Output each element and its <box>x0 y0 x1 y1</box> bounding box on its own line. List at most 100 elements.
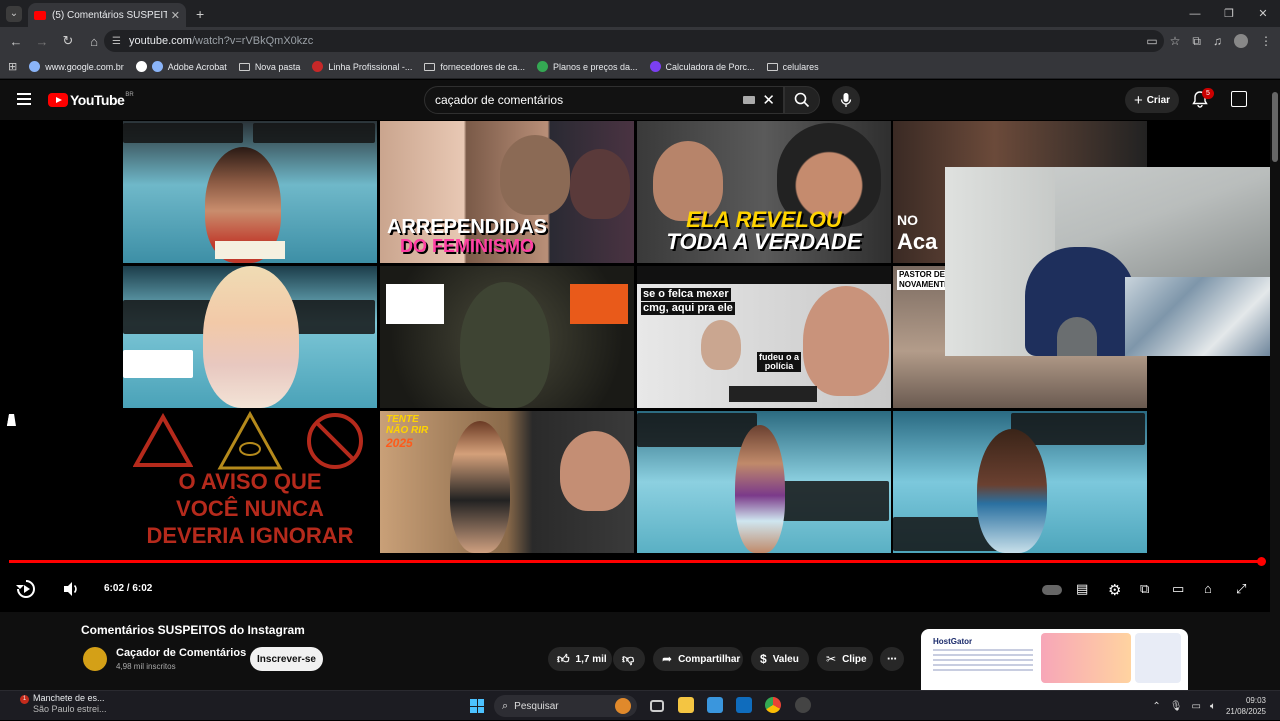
tray-mic-icon[interactable]: 🎙︎ <box>1170 701 1183 712</box>
more-menu-icon[interactable]: ⋮ <box>1260 34 1272 48</box>
bookmark-google-g[interactable] <box>135 61 152 72</box>
youtube-logo[interactable]: YouTube BR <box>48 92 134 108</box>
channel-avatar[interactable] <box>83 647 107 671</box>
close-window-icon[interactable]: ✕ <box>1246 0 1280 27</box>
windows-start-icon[interactable] <box>470 699 484 713</box>
profile-avatar[interactable] <box>1234 34 1248 48</box>
voice-search-button[interactable] <box>832 86 860 114</box>
tray-chevron-icon[interactable]: ⌃ <box>1152 701 1160 712</box>
thumbs-up-icon: 👍︎ <box>557 651 570 666</box>
back-icon[interactable]: ← <box>4 34 28 49</box>
page-scrollbar[interactable] <box>1270 80 1280 690</box>
tray-network-icon[interactable]: ▭ <box>1192 701 1201 712</box>
share-button[interactable]: ➦ Compartilhar <box>653 647 743 671</box>
restore-icon[interactable]: ❐ <box>1212 0 1246 27</box>
bookmark-nova-pasta[interactable]: Nova pasta <box>238 62 300 72</box>
thumbnail-caption-2: VOCÊ NUNCA <box>176 496 324 521</box>
like-button[interactable]: 👍︎ 1,7 mil <box>548 647 612 671</box>
ad-banner[interactable]: HostGator <box>921 629 1188 690</box>
thumbnail-6[interactable]: se o felca mexer cmg, aqui pra ele fudeu… <box>637 266 891 408</box>
more-actions-button[interactable]: ⋯ <box>880 647 904 671</box>
app-icon-notification[interactable] <box>795 697 811 713</box>
theater-mode-icon[interactable]: ▭ <box>1172 581 1184 597</box>
outlook-icon[interactable] <box>736 697 752 713</box>
progress-bar[interactable] <box>9 557 1266 566</box>
keyboard-icon[interactable] <box>743 96 755 104</box>
thanks-button[interactable]: $ Valeu <box>751 647 809 671</box>
fullscreen-icon[interactable]: ⤢ <box>1236 581 1246 597</box>
taskbar-search[interactable]: ⌕ Pesquisar <box>494 695 637 717</box>
tab-search-button[interactable]: ⌄ <box>6 5 22 22</box>
bookmark-linha-profissional[interactable]: Linha Profissional -... <box>312 61 412 72</box>
apps-grid-icon[interactable]: ⊞ <box>8 60 17 73</box>
thumbnail-2[interactable]: ELA REVELOU TODA A VERDADE <box>637 121 891 263</box>
reload-icon[interactable]: ↻ <box>56 33 80 49</box>
bookmark-planos[interactable]: Planos e preços da... <box>536 61 638 72</box>
menu-hamburger-icon[interactable] <box>17 93 31 105</box>
bookmark-fornecedores[interactable]: fornecedores de ca... <box>424 62 525 72</box>
thumbnail-caption-2: Aca <box>897 229 938 254</box>
bookmark-acrobat[interactable]: Adobe Acrobat <box>151 61 227 72</box>
account-avatar[interactable] <box>1231 91 1247 107</box>
bookmark-star-icon[interactable]: ☆ <box>1170 34 1181 48</box>
subtitles-icon[interactable]: ▤ <box>1076 581 1088 597</box>
miniplayer-icon[interactable]: ⧉ <box>1140 581 1149 597</box>
forward-icon[interactable]: → <box>30 34 54 49</box>
bookmark-calculadora[interactable]: Calculadora de Porc... <box>649 61 755 72</box>
youtube-play-icon <box>48 93 68 107</box>
extensions-icon[interactable]: ⧉ <box>1192 34 1201 49</box>
clip-button[interactable]: ✂ Clipe <box>817 647 873 671</box>
site-info-icon[interactable]: ☰ <box>112 36 121 47</box>
tray-volume-icon[interactable]: 🔈︎ <box>1210 701 1216 712</box>
create-button[interactable]: + Criar <box>1125 87 1179 113</box>
browser-tab[interactable]: (5) Comentários SUSPEITOS do Instagram ✕ <box>28 3 186 27</box>
url-field[interactable]: ☰ youtube.com/watch?v=rVBkQmX0kzc <box>104 30 1164 52</box>
autoplay-toggle[interactable] <box>1042 585 1062 595</box>
subscribe-button[interactable]: Inscrever-se <box>250 647 323 671</box>
thumbnail-8[interactable]: O AVISO QUE VOCÊ NUNCA DEVERIA IGNORAR <box>123 411 377 553</box>
media-icon[interactable]: ♫ <box>1213 34 1222 48</box>
video-player[interactable]: ARREPENDIDAS DO FEMINISMO ELA REVELOU TO… <box>0 120 1280 612</box>
thumbnail-9[interactable]: TENTE NÃO RIR 2025 <box>380 411 634 553</box>
scrollbar-thumb[interactable] <box>1272 92 1278 162</box>
comment-overlay <box>123 350 193 378</box>
taskbar-search-placeholder: Pesquisar <box>514 700 559 712</box>
thumbnail-11[interactable] <box>893 411 1147 553</box>
cast-icon[interactable]: ▭ <box>1146 34 1157 48</box>
task-view-icon[interactable] <box>650 700 664 712</box>
thumbnail-1[interactable]: ARREPENDIDAS DO FEMINISMO <box>380 121 634 263</box>
thumbnail-4[interactable] <box>123 266 377 408</box>
replay-icon[interactable] <box>15 578 37 600</box>
thumbnail-0[interactable] <box>123 121 377 263</box>
bookmark-celulares[interactable]: celulares <box>766 62 819 72</box>
bookmark-google[interactable]: www.google.com.br <box>29 61 124 72</box>
thumbnail-10[interactable] <box>637 411 891 553</box>
file-explorer-icon[interactable] <box>678 697 694 713</box>
channel-name[interactable]: Caçador de Comentários <box>116 647 246 659</box>
chrome-icon[interactable] <box>765 697 781 713</box>
progress-scrubber[interactable] <box>1257 557 1266 566</box>
search-input[interactable]: caçador de comentários ✕ <box>424 86 784 114</box>
notifications-button[interactable]: 5 <box>1192 88 1214 110</box>
search-button[interactable] <box>784 86 820 114</box>
dislike-button[interactable]: 👎︎ <box>613 647 645 671</box>
create-label: Criar <box>1146 94 1171 106</box>
minimize-icon[interactable]: — <box>1178 0 1212 27</box>
thumbnail-5[interactable] <box>380 266 634 408</box>
close-tab-icon[interactable]: ✕ <box>171 9 180 22</box>
thumbnail-caption: PASTOR DE <box>897 270 947 280</box>
notes-app-icon[interactable] <box>707 697 723 713</box>
settings-gear-icon[interactable]: ⚙ <box>1108 581 1121 599</box>
like-count: 1,7 mil <box>575 653 607 665</box>
video-meta: Comentários SUSPEITOS do Instagram Caçad… <box>0 612 1270 690</box>
thumbnail-caption-2: NÃO RIR <box>386 425 429 436</box>
clear-search-icon[interactable]: ✕ <box>762 91 775 109</box>
volume-icon[interactable] <box>62 580 80 598</box>
subscriber-count: 4,98 mil inscritos <box>116 662 176 671</box>
new-tab-icon[interactable]: + <box>196 6 204 22</box>
news-widget[interactable]: 1 Manchete de es... São Paulo estrei... <box>20 693 107 715</box>
home-icon[interactable]: ⌂ <box>82 34 106 49</box>
webcam-overlay <box>945 167 1280 356</box>
clock[interactable]: 09:03 21/08/2025 <box>1226 695 1266 717</box>
cast-icon[interactable]: ⌂ <box>1204 581 1212 596</box>
